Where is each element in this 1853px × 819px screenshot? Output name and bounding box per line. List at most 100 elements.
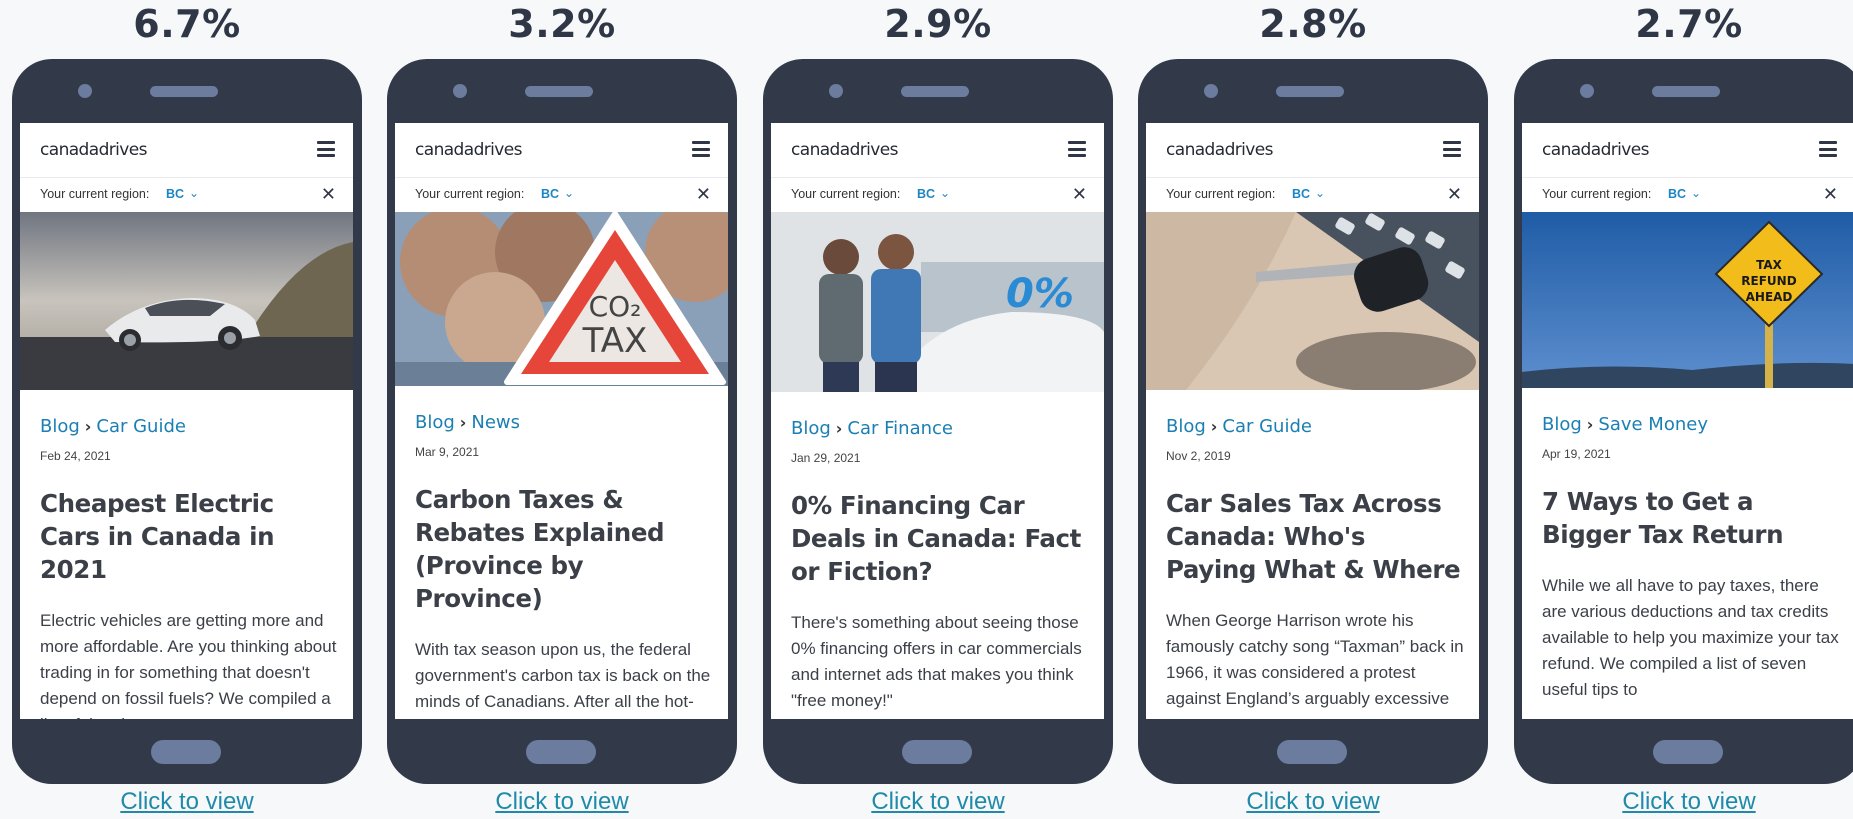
canadadrives-logo[interactable]: canadadrives <box>1542 140 1649 160</box>
breadcrumb-category-link[interactable]: Car Guide <box>96 416 186 437</box>
click-to-view-link[interactable]: Click to view <box>763 788 1113 816</box>
svg-text:REFUND: REFUND <box>1741 274 1796 288</box>
speaker-slot-icon <box>150 86 218 97</box>
region-select[interactable]: BC <box>166 187 184 201</box>
region-bar: Your current region: BC ⌄ ✕ <box>20 178 353 212</box>
svg-text:TAX: TAX <box>1756 258 1783 272</box>
close-icon[interactable]: ✕ <box>696 184 711 205</box>
chevron-down-icon[interactable]: ⌄ <box>1315 186 1325 200</box>
breadcrumb-category-link[interactable]: Save Money <box>1598 414 1708 435</box>
speaker-slot-icon <box>901 86 969 97</box>
post-title[interactable]: Car Sales Tax Across Canada: Who's Payin… <box>1166 487 1463 586</box>
click-to-view-link[interactable]: Click to view <box>1138 788 1488 816</box>
region-bar: Your current region: BC ⌄ ✕ <box>395 178 728 212</box>
car-key-and-calculator-photo <box>1146 212 1479 390</box>
canadadrives-logo[interactable]: canadadrives <box>415 140 522 160</box>
click-to-view-link[interactable]: Click to view <box>387 788 737 816</box>
phone-screen: canadadrives Your current region: BC ⌄ ✕… <box>771 123 1104 719</box>
site-header: canadadrives <box>20 123 353 178</box>
variant-column-2: 3.2% canadadrives Your current region: B… <box>387 0 737 819</box>
click-to-view-link[interactable]: Click to view <box>12 788 362 816</box>
close-icon[interactable]: ✕ <box>1447 184 1462 205</box>
region-select[interactable]: BC <box>1668 187 1686 201</box>
variant-column-4: 2.8% canadadrives Your current region: B… <box>1138 0 1488 819</box>
camera-dot-icon <box>1204 84 1218 98</box>
phone-screen: canadadrives Your current region: BC ⌄ ✕… <box>395 123 728 719</box>
chevron-right-icon: › <box>1586 415 1594 434</box>
canadadrives-logo[interactable]: canadadrives <box>1166 140 1273 160</box>
svg-text:AHEAD: AHEAD <box>1746 290 1793 304</box>
variant-column-3: 2.9% canadadrives Your current region: B… <box>763 0 1113 819</box>
site-header: canadadrives <box>395 123 728 178</box>
breadcrumb: Blog › Car Guide <box>40 416 353 437</box>
chevron-right-icon: › <box>1210 417 1218 436</box>
breadcrumb-category-link[interactable]: Car Finance <box>847 418 953 439</box>
white-electric-car-photo <box>20 212 353 390</box>
post-title[interactable]: 7 Ways to Get a Bigger Tax Return <box>1542 485 1839 551</box>
speaker-slot-icon <box>1652 86 1720 97</box>
chevron-down-icon[interactable]: ⌄ <box>189 186 199 200</box>
post-excerpt: While we all have to pay taxes, there ar… <box>1542 576 1839 699</box>
region-bar: Your current region: BC ⌄ ✕ <box>1146 178 1479 212</box>
home-button-icon <box>1653 740 1723 764</box>
variant-column-1: 6.7% canadadrives Your current region: B… <box>12 0 362 819</box>
canadadrives-logo[interactable]: canadadrives <box>40 140 147 160</box>
hamburger-menu-icon[interactable] <box>1068 141 1086 157</box>
post-title[interactable]: 0% Financing Car Deals in Canada: Fact o… <box>791 489 1088 588</box>
speaker-slot-icon <box>525 86 593 97</box>
conversion-rate: 2.8% <box>1259 2 1367 46</box>
post-date: Jan 29, 2021 <box>791 451 861 465</box>
breadcrumb: Blog › News <box>415 412 728 433</box>
phone-screen: canadadrives Your current region: BC ⌄ ✕… <box>1522 123 1853 719</box>
chevron-down-icon[interactable]: ⌄ <box>1691 186 1701 200</box>
home-button-icon <box>902 740 972 764</box>
region-select[interactable]: BC <box>541 187 559 201</box>
site-header: canadadrives <box>1522 123 1853 178</box>
post-date: Feb 24, 2021 <box>40 449 111 463</box>
region-select[interactable]: BC <box>1292 187 1310 201</box>
hamburger-menu-icon[interactable] <box>1819 141 1837 157</box>
phone-screen: canadadrives Your current region: BC ⌄ ✕… <box>20 123 353 719</box>
region-select[interactable]: BC <box>917 187 935 201</box>
close-icon[interactable]: ✕ <box>1823 184 1838 205</box>
breadcrumb-blog-link[interactable]: Blog <box>1166 416 1206 437</box>
camera-dot-icon <box>829 84 843 98</box>
breadcrumb-blog-link[interactable]: Blog <box>791 418 831 439</box>
region-label: Your current region: <box>1542 187 1652 201</box>
canadadrives-logo[interactable]: canadadrives <box>791 140 898 160</box>
chevron-right-icon: › <box>835 419 843 438</box>
region-bar: Your current region: BC ⌄ ✕ <box>771 178 1104 212</box>
chevron-right-icon: › <box>459 413 467 432</box>
breadcrumb-category-link[interactable]: Car Guide <box>1222 416 1312 437</box>
site-header: canadadrives <box>1146 123 1479 178</box>
breadcrumb-category-link[interactable]: News <box>471 412 520 433</box>
breadcrumb-blog-link[interactable]: Blog <box>40 416 80 437</box>
post-date: Apr 19, 2021 <box>1542 447 1611 461</box>
post-excerpt: With tax season upon us, the federal gov… <box>415 640 711 719</box>
close-icon[interactable]: ✕ <box>1072 184 1087 205</box>
post-excerpt: Electric vehicles are getting more and m… <box>40 611 337 719</box>
click-to-view-link[interactable]: Click to view <box>1514 788 1853 816</box>
post-excerpt: There's something about seeing those 0% … <box>791 613 1082 710</box>
tax-refund-ahead-sign-photo: TAX REFUND AHEAD <box>1522 212 1853 388</box>
breadcrumb-blog-link[interactable]: Blog <box>415 412 455 433</box>
post-title[interactable]: Cheapest Electric Cars in Canada in 2021 <box>40 487 337 586</box>
co2-tax-sign-photo: CO₂ TAX <box>395 212 728 386</box>
camera-dot-icon <box>453 84 467 98</box>
svg-text:CO₂: CO₂ <box>589 290 642 323</box>
post-date: Mar 9, 2021 <box>415 445 480 459</box>
hamburger-menu-icon[interactable] <box>692 141 710 157</box>
variant-column-5: 2.7% canadadrives Your current region: B… <box>1514 0 1853 819</box>
chevron-down-icon[interactable]: ⌄ <box>564 186 574 200</box>
conversion-rate: 3.2% <box>508 2 616 46</box>
region-label: Your current region: <box>791 187 901 201</box>
chevron-right-icon: › <box>84 417 92 436</box>
close-icon[interactable]: ✕ <box>321 184 336 205</box>
chevron-down-icon[interactable]: ⌄ <box>940 186 950 200</box>
conversion-rate: 2.9% <box>884 2 992 46</box>
post-title[interactable]: Carbon Taxes & Rebates Explained (Provin… <box>415 483 712 615</box>
hamburger-menu-icon[interactable] <box>317 141 335 157</box>
breadcrumb-blog-link[interactable]: Blog <box>1542 414 1582 435</box>
breadcrumb: Blog › Car Guide <box>1166 416 1479 437</box>
hamburger-menu-icon[interactable] <box>1443 141 1461 157</box>
